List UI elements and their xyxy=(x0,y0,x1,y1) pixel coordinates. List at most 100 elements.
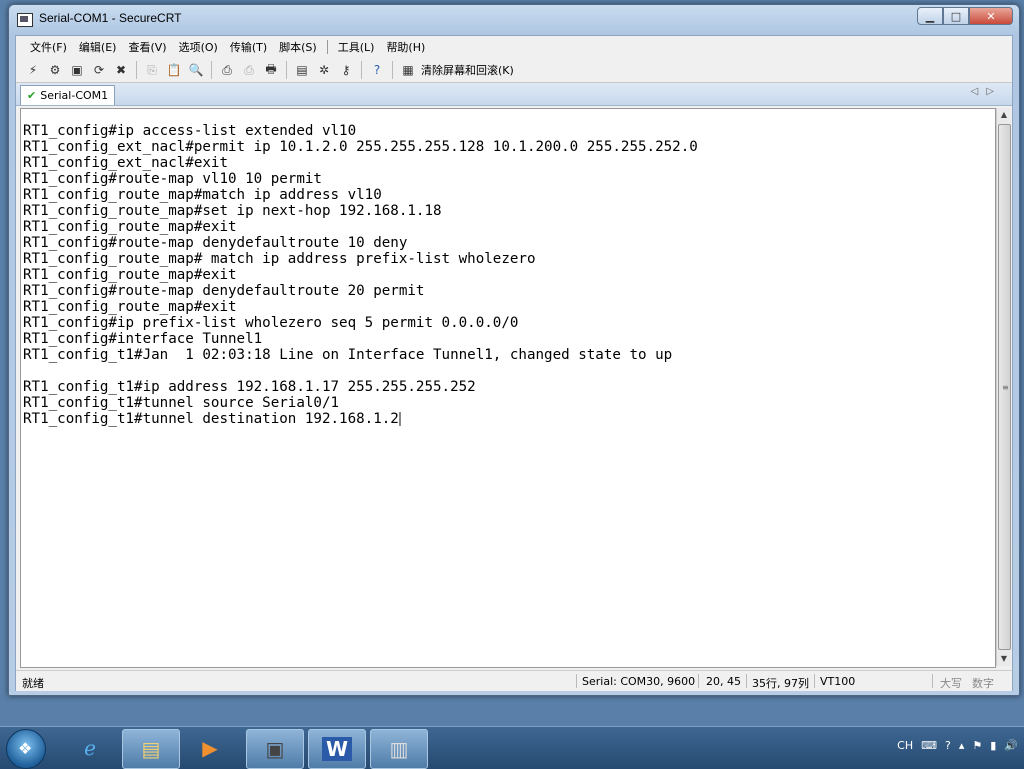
keymap-icon[interactable]: ⚷ xyxy=(337,61,355,79)
terminal-line: RT1_config#route-map denydefaultroute 10… xyxy=(23,235,408,251)
menu-separator xyxy=(326,40,328,54)
terminal-line: RT1_config#route-map denydefaultroute 20… xyxy=(23,283,425,299)
global-options-icon[interactable]: ✲ xyxy=(315,61,333,79)
status-size: 35行, 97列 xyxy=(752,677,809,690)
status-bar: 就绪 Serial: COM30, 9600 20, 45 35行, 97列 V… xyxy=(16,670,1012,691)
start-button[interactable]: ❖ xyxy=(6,729,46,769)
tab-serial-com1[interactable]: ✔ Serial-COM1 xyxy=(20,85,116,105)
connected-check-icon: ✔ xyxy=(27,89,37,102)
system-tray: CH ⌨ ? ▴ ⚑ ▮ 🔊 xyxy=(897,739,1018,752)
client-area: 文件(F) 编辑(E) 查看(V) 选项(O) 传输(T) 脚本(S) 工具(L… xyxy=(15,35,1013,691)
disconnect-icon[interactable]: ✖ xyxy=(112,61,130,79)
help-tray-icon[interactable]: ? xyxy=(945,739,951,752)
vertical-scrollbar[interactable]: ▲ ≡ ▼ xyxy=(996,108,1011,666)
language-indicator[interactable]: CH xyxy=(897,739,913,752)
network-icon[interactable]: ▮ xyxy=(990,739,996,752)
menu-edit[interactable]: 编辑(E) xyxy=(73,39,123,55)
volume-icon[interactable]: 🔊 xyxy=(1004,739,1018,752)
toolbar: ⚡ ⚙ ▣ ⟳ ✖ ⎘ 📋 🔍 ⎙ ⎙ 🖶 ▤ ✲ ⚷ ? ▦ 清除屏幕和回滚(… xyxy=(16,58,1012,83)
scroll-up-icon[interactable]: ▲ xyxy=(997,108,1011,122)
status-separator xyxy=(814,674,815,688)
explorer-taskbar-icon[interactable]: ▤ xyxy=(122,729,180,769)
terminal-line: RT1_config#ip access-list extended vl10 xyxy=(23,123,357,139)
status-serial: Serial: COM30, 9600 xyxy=(582,675,696,688)
scrollbar-thumb[interactable]: ≡ xyxy=(998,124,1011,650)
terminal-line: RT1_config_route_map#exit xyxy=(23,299,237,315)
securecrt-window: Serial-COM1 - SecureCRT ▁ □ ✕ 文件(F) 编辑(E… xyxy=(8,4,1020,696)
terminal-line: RT1_config_ext_nacl#exit xyxy=(23,155,228,171)
copy-icon[interactable]: ⎘ xyxy=(143,61,161,79)
terminal-line: RT1_config_route_map#exit xyxy=(23,219,237,235)
toolbar-separator xyxy=(392,61,393,79)
menu-view[interactable]: 查看(V) xyxy=(122,39,172,55)
connect-icon[interactable]: ⚡ xyxy=(24,61,42,79)
taskbar: ❖ ℯ ▤ ▶ ▣ W ▥ CH ⌨ ? ▴ ⚑ ▮ 🔊 xyxy=(0,726,1024,769)
paste-icon[interactable]: 📋 xyxy=(165,61,183,79)
print-selection-icon[interactable]: ⎙ xyxy=(240,61,258,79)
menu-help[interactable]: 帮助(H) xyxy=(380,39,431,55)
terminal-line: RT1_config_t1#Jan 1 02:03:18 Line on Int… xyxy=(23,347,673,363)
app-icon xyxy=(17,13,33,27)
menu-tools[interactable]: 工具(L) xyxy=(332,39,381,55)
terminal-output: RT1_config#ip access-list extended vl10 … xyxy=(23,123,698,427)
terminal-line: RT1_config#interface Tunnel1 xyxy=(23,331,263,347)
reconnect-icon[interactable]: ⟳ xyxy=(90,61,108,79)
grip-icon: ≡ xyxy=(1002,383,1009,392)
terminal-line: RT1_config_t1#tunnel destination 192.168… xyxy=(23,411,399,427)
document-taskbar-icon[interactable]: ▥ xyxy=(370,729,428,769)
status-separator xyxy=(576,674,577,688)
terminal-line: RT1_config_route_map# match ip address p… xyxy=(23,251,536,267)
toolbar-separator xyxy=(211,61,212,79)
menu-options[interactable]: 选项(O) xyxy=(173,39,224,55)
help-icon[interactable]: ? xyxy=(368,61,386,79)
menu-transfer[interactable]: 传输(T) xyxy=(224,39,273,55)
status-num: 数字 xyxy=(972,677,994,690)
status-separator xyxy=(698,674,699,688)
maximize-button[interactable]: □ xyxy=(943,7,969,25)
terminal-line: RT1_config#ip prefix-list wholezero seq … xyxy=(23,315,519,331)
securecrt-taskbar-icon[interactable]: ▣ xyxy=(246,729,304,769)
terminal-line: RT1_config#route-map vl10 10 permit xyxy=(23,171,322,187)
clear-screen-button[interactable]: 清除屏幕和回滚(K) xyxy=(421,62,514,78)
terminal-area[interactable]: RT1_config#ip access-list extended vl10 … xyxy=(20,108,996,668)
keyboard-icon[interactable]: ⌨ xyxy=(921,739,937,752)
find-icon[interactable]: 🔍 xyxy=(187,61,205,79)
quick-connect-icon[interactable]: ⚙ xyxy=(46,61,64,79)
tab-bar: ✔ Serial-COM1 ◁▷ xyxy=(16,83,1012,106)
tab-label: Serial-COM1 xyxy=(40,89,109,102)
terminal-line: RT1_config_route_map#set ip next-hop 192… xyxy=(23,203,442,219)
window-title: Serial-COM1 - SecureCRT xyxy=(39,11,182,25)
connect-tab-icon[interactable]: ▣ xyxy=(68,61,86,79)
media-player-taskbar-icon[interactable]: ▶ xyxy=(182,729,238,767)
terminal-line: RT1_config_ext_nacl#permit ip 10.1.2.0 2… xyxy=(23,139,698,155)
minimize-button[interactable]: ▁ xyxy=(917,7,943,25)
title-bar[interactable]: Serial-COM1 - SecureCRT ▁ □ ✕ xyxy=(9,5,1019,33)
text-cursor xyxy=(398,412,401,426)
terminal-line: RT1_config_t1#tunnel source Serial0/1 xyxy=(23,395,340,411)
status-separator xyxy=(746,674,747,688)
toolbar-separator xyxy=(361,61,362,79)
window-controls: ▁ □ ✕ xyxy=(917,7,1013,27)
print-icon[interactable]: ⎙ xyxy=(218,61,236,79)
scroll-down-icon[interactable]: ▼ xyxy=(997,652,1011,666)
session-options-icon[interactable]: ▤ xyxy=(293,61,311,79)
close-button[interactable]: ✕ xyxy=(969,7,1013,25)
word-taskbar-icon[interactable]: W xyxy=(308,729,366,769)
toolbar-separator xyxy=(286,61,287,79)
menu-file[interactable]: 文件(F) xyxy=(24,39,73,55)
status-emulation: VT100 xyxy=(820,675,856,688)
terminal-line: RT1_config_route_map#exit xyxy=(23,267,237,283)
printer-icon[interactable]: 🖶 xyxy=(262,61,280,79)
status-caps: 大写 xyxy=(940,677,962,690)
terminal-line: RT1_config_t1#ip address 192.168.1.17 25… xyxy=(23,379,476,395)
terminal-line: RT1_config_route_map#match ip address vl… xyxy=(23,187,382,203)
menu-bar: 文件(F) 编辑(E) 查看(V) 选项(O) 传输(T) 脚本(S) 工具(L… xyxy=(16,36,1012,58)
tab-scroll-arrows[interactable]: ◁▷ xyxy=(971,86,1002,97)
tray-arrow-icon[interactable]: ▴ xyxy=(959,739,965,752)
clear-screen-icon[interactable]: ▦ xyxy=(399,61,417,79)
status-ready: 就绪 xyxy=(22,677,44,690)
ie-taskbar-icon[interactable]: ℯ xyxy=(62,729,118,767)
menu-script[interactable]: 脚本(S) xyxy=(273,39,323,55)
action-center-flag-icon[interactable]: ⚑ xyxy=(972,739,982,752)
status-cursor-position: 20, 45 xyxy=(706,675,741,688)
